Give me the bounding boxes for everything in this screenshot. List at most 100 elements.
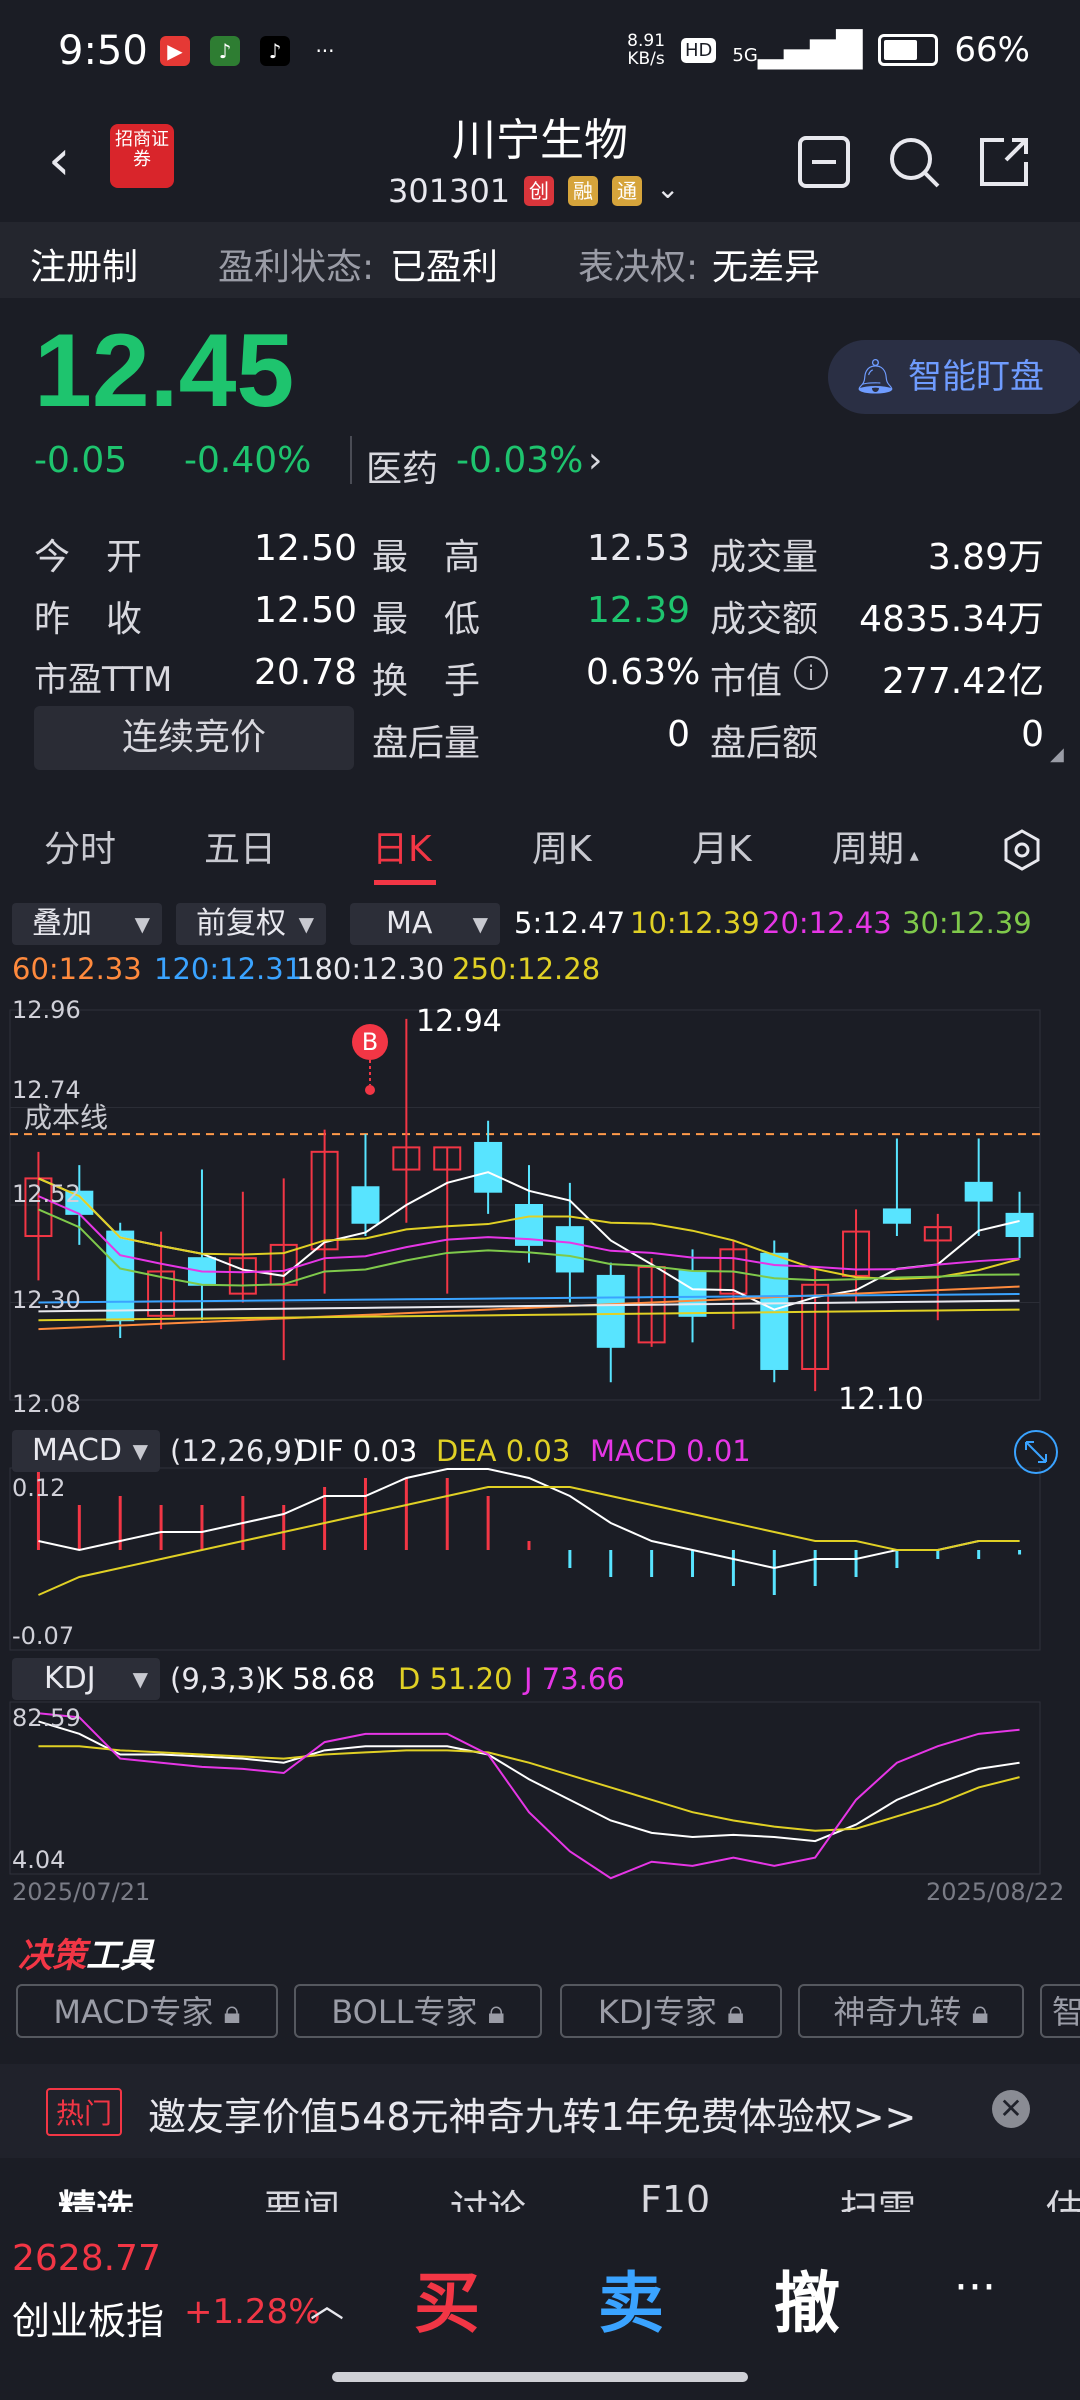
stat-value: 4835.34万 bbox=[859, 599, 1044, 640]
chevron-up-icon[interactable]: ︿ bbox=[310, 2278, 344, 2327]
smart-watch-label: 智能盯盘 bbox=[907, 357, 1044, 397]
kdj-expert-button[interactable]: KDJ专家 🔒︎ bbox=[560, 1984, 782, 2038]
search-icon[interactable] bbox=[886, 134, 942, 190]
active-tab-indicator bbox=[374, 880, 436, 885]
battery-level: 66% bbox=[954, 30, 1030, 70]
continuous-auction-button[interactable]: 连续竞价 bbox=[34, 706, 354, 770]
status-bar: 9:50 ▶ ♪ ♪ ··· 8.91 KB/s HD 5G▂▄▆█ 66% bbox=[0, 0, 1080, 100]
cost-line-label: 成本线 bbox=[24, 1101, 109, 1134]
bell-icon: 🔔︎ bbox=[854, 357, 898, 397]
stat-label: 最 高 bbox=[372, 537, 481, 578]
expand-corner-icon[interactable]: ◢ bbox=[1050, 744, 1064, 765]
macd-dropdown[interactable]: MACD ▼ bbox=[12, 1430, 160, 1472]
info-icon[interactable]: i bbox=[794, 656, 828, 690]
ma60-value: 60:12.33 bbox=[12, 952, 142, 986]
y-axis-tick: 12.52 bbox=[12, 1180, 81, 1208]
stat-label: 盘后量 bbox=[372, 723, 481, 764]
promo-text[interactable]: 邀友享价值548元神奇九转1年免费体验权>> bbox=[148, 2086, 916, 2141]
smart-watch-button[interactable]: 🔔︎ 智能盯盘 bbox=[828, 340, 1080, 414]
kline-chart[interactable]: 12.96 12.74 12.52 12.30 12.08 成本线 12.94 … bbox=[0, 990, 1080, 1910]
hd-icon: HD bbox=[681, 37, 717, 63]
sector-name[interactable]: 医药 bbox=[366, 440, 438, 492]
tab-period[interactable]: 周期 ▴ bbox=[832, 820, 919, 872]
stat-label: 成交额 bbox=[710, 599, 819, 640]
adjust-dropdown[interactable]: 前复权 ▼ bbox=[176, 903, 326, 945]
expand-icon[interactable] bbox=[1012, 1428, 1060, 1476]
kdj-dropdown[interactable]: KDJ ▼ bbox=[12, 1658, 160, 1700]
kdj-panel-frame bbox=[9, 1701, 1041, 1875]
signal-icon: 5G▂▄▆█ bbox=[732, 30, 863, 70]
kdj-ymax: 82.59 bbox=[12, 1704, 81, 1732]
ma60-line bbox=[38, 1285, 1020, 1331]
profit-status-label: 盈利状态: bbox=[218, 247, 375, 288]
minus-square-icon[interactable] bbox=[796, 134, 852, 190]
more-icon[interactable]: ··· bbox=[954, 2262, 996, 2313]
tab-intraday[interactable]: 分时 bbox=[44, 820, 116, 872]
settings-hexagon-icon[interactable] bbox=[1000, 828, 1044, 872]
tab-daily-k[interactable]: 日K bbox=[372, 820, 432, 872]
promo-banner[interactable]: 热门 邀友享价值548元神奇九转1年免费体验权>> ✕ bbox=[0, 2064, 1080, 2158]
kdj-d: D 51.20 bbox=[398, 1662, 513, 1696]
index-value[interactable]: 2628.77 bbox=[12, 2238, 161, 2279]
y-axis-min: 12.08 bbox=[12, 1390, 81, 1418]
kdj-d-line bbox=[38, 1745, 1020, 1832]
home-indicator[interactable] bbox=[332, 2372, 748, 2382]
voting-right-label: 表决权: bbox=[578, 247, 699, 288]
indicator-dropdown[interactable]: MA ▼ bbox=[350, 903, 500, 945]
app-notification-icon: ♪ bbox=[210, 36, 240, 66]
macd-ymin: -0.07 bbox=[12, 1622, 75, 1650]
ma250-value: 250:12.28 bbox=[452, 952, 601, 986]
macd-value: MACD 0.01 bbox=[590, 1434, 751, 1468]
high-price-label: 12.94 bbox=[416, 1004, 502, 1039]
content-tabs: 精选 要闻 讨论 F10 扫雷 估 bbox=[0, 2160, 1080, 2220]
close-icon[interactable]: ✕ bbox=[992, 2090, 1030, 2128]
stat-value: 277.42亿 bbox=[882, 661, 1044, 702]
macd-dea: DEA 0.03 bbox=[436, 1434, 571, 1468]
stat-value: 12.39 bbox=[586, 590, 690, 631]
kdj-k: K 58.68 bbox=[264, 1662, 376, 1696]
stat-value: 12.53 bbox=[586, 528, 690, 569]
magic-nine-button[interactable]: 神奇九转 🔒︎ bbox=[798, 1984, 1024, 2038]
share-icon[interactable] bbox=[976, 134, 1032, 190]
macd-expert-button[interactable]: MACD专家 🔒︎ bbox=[16, 1984, 278, 2038]
candle-body bbox=[1005, 1212, 1034, 1238]
tab-five-day[interactable]: 五日 bbox=[204, 820, 276, 872]
current-price: 12.45 bbox=[34, 313, 295, 429]
buy-marker[interactable]: B bbox=[352, 1024, 388, 1060]
sell-button[interactable]: 卖 bbox=[598, 2250, 664, 2346]
hot-tag: 热门 bbox=[46, 2088, 123, 2136]
sector-change[interactable]: -0.03% bbox=[456, 440, 583, 481]
index-name[interactable]: 创业板指 bbox=[12, 2290, 164, 2345]
tiktok-icon: ♪ bbox=[260, 36, 290, 66]
price-change-pct: -0.40% bbox=[184, 440, 312, 481]
price-change: -0.05 bbox=[34, 440, 128, 481]
tab-weekly-k[interactable]: 周K bbox=[532, 820, 592, 872]
ma120-line bbox=[38, 1292, 1020, 1304]
more-notifications-icon: ··· bbox=[315, 39, 335, 63]
end-date: 2025/08/22 bbox=[926, 1878, 1065, 1906]
start-date: 2025/07/21 bbox=[12, 1878, 151, 1906]
chevron-down-icon[interactable]: ⌄ bbox=[656, 172, 679, 205]
more-tool-button[interactable]: 智 bbox=[1040, 1984, 1080, 2038]
y-axis-max: 12.96 bbox=[12, 996, 81, 1024]
candle-body bbox=[555, 1226, 584, 1273]
overlay-dropdown[interactable]: 叠加 ▼ bbox=[12, 903, 162, 945]
ma30-value: 30:12.39 bbox=[902, 906, 1032, 940]
stat-value: 12.50 bbox=[254, 528, 358, 569]
y-axis-tick: 12.30 bbox=[12, 1286, 81, 1314]
stat-value: 3.89万 bbox=[927, 537, 1044, 578]
divider bbox=[350, 436, 352, 484]
ma120-value: 120:12.31 bbox=[154, 952, 303, 986]
buy-button[interactable]: 买 bbox=[414, 2250, 480, 2346]
boll-expert-button[interactable]: BOLL专家 🔒︎ bbox=[294, 1984, 542, 2038]
stat-value: 0.63% bbox=[586, 652, 701, 693]
chevron-right-icon[interactable]: › bbox=[588, 440, 602, 481]
bottom-action-bar: 2628.77 创业板指 +1.28% ︿ 买 卖 撤 ··· bbox=[0, 2212, 1080, 2352]
ma10-value: 10:12.39 bbox=[630, 906, 760, 940]
index-change[interactable]: +1.28% bbox=[184, 2292, 321, 2332]
tab-monthly-k[interactable]: 月K bbox=[692, 820, 752, 872]
ma5-value: 5:12.47 bbox=[514, 906, 626, 940]
cancel-order-button[interactable]: 撤 bbox=[774, 2250, 840, 2346]
stock-code: 301301 bbox=[388, 172, 511, 210]
candle-body bbox=[678, 1270, 707, 1317]
